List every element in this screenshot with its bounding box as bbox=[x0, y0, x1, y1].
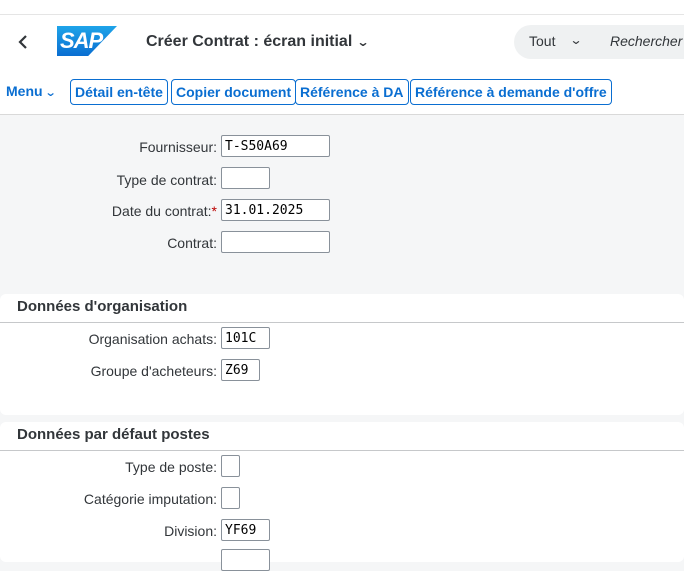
vendor-field[interactable]: T-S50A69 bbox=[221, 135, 330, 157]
search-field[interactable]: Tout ⌄ Rechercher bbox=[514, 25, 684, 59]
section-divider bbox=[0, 450, 684, 451]
reference-rfq-button[interactable]: Référence à demande d'offre bbox=[410, 79, 612, 105]
contract-date-label: Date du contrat:* bbox=[112, 203, 217, 219]
header-detail-button[interactable]: Détail en-tête bbox=[70, 79, 168, 105]
default-item-data-title: Données par défaut postes bbox=[17, 426, 210, 443]
next-field-partial[interactable] bbox=[221, 549, 270, 571]
copy-document-button[interactable]: Copier document bbox=[171, 79, 297, 105]
browser-top-strip bbox=[0, 0, 684, 15]
reference-pr-button[interactable]: Référence à DA bbox=[295, 79, 409, 105]
menu-button[interactable]: Menu ⌄ bbox=[6, 83, 57, 99]
chevron-down-icon[interactable]: ⌄ bbox=[569, 33, 582, 47]
purchasing-org-label: Organisation achats: bbox=[88, 331, 217, 347]
purchasing-group-label: Groupe d'acheteurs: bbox=[90, 363, 217, 379]
purchasing-group-field[interactable]: Z69 bbox=[221, 359, 260, 381]
search-scope[interactable]: Tout bbox=[529, 33, 555, 49]
plant-label: Division: bbox=[164, 523, 217, 539]
account-assignment-field[interactable] bbox=[221, 487, 240, 509]
item-type-field[interactable] bbox=[221, 455, 240, 477]
contract-type-label: Type de contrat: bbox=[116, 172, 217, 188]
chevron-down-icon[interactable]: ⌄ bbox=[357, 35, 370, 49]
shell-bar: SAP Créer Contrat : écran initial ⌄ Tout … bbox=[0, 15, 684, 71]
contract-date-label-text: Date du contrat: bbox=[111, 203, 212, 219]
chevron-down-icon: ⌄ bbox=[44, 87, 57, 99]
account-assignment-label: Catégorie imputation: bbox=[83, 491, 217, 507]
contract-type-field[interactable] bbox=[221, 167, 270, 189]
section-divider bbox=[0, 322, 684, 323]
search-input[interactable]: Rechercher bbox=[610, 33, 682, 49]
contract-date-field[interactable]: 31.01.2025 bbox=[221, 199, 330, 221]
application-toolbar: Menu ⌄ Détail en-tête Copier document Réf… bbox=[0, 71, 684, 115]
contract-field[interactable] bbox=[221, 231, 330, 253]
plant-field[interactable]: YF69 bbox=[221, 519, 270, 541]
sap-logo[interactable]: SAP bbox=[57, 26, 117, 56]
org-data-title: Données d'organisation bbox=[17, 298, 188, 315]
purchasing-org-field[interactable]: 101C bbox=[221, 327, 270, 349]
contract-label: Contrat: bbox=[167, 235, 217, 251]
required-marker: * bbox=[211, 203, 217, 219]
page-title-text: Créer Contrat : écran initial bbox=[146, 33, 353, 50]
org-data-section: Données d'organisation Organisation acha… bbox=[0, 294, 684, 415]
item-type-label: Type de poste: bbox=[125, 459, 217, 475]
vendor-label: Fournisseur: bbox=[139, 139, 217, 155]
menu-button-label: Menu bbox=[6, 83, 43, 99]
default-item-data-section: Données par défaut postes Type de poste:… bbox=[0, 422, 684, 571]
page-title[interactable]: Créer Contrat : écran initial ⌄ bbox=[146, 33, 370, 51]
back-icon[interactable] bbox=[12, 31, 34, 53]
